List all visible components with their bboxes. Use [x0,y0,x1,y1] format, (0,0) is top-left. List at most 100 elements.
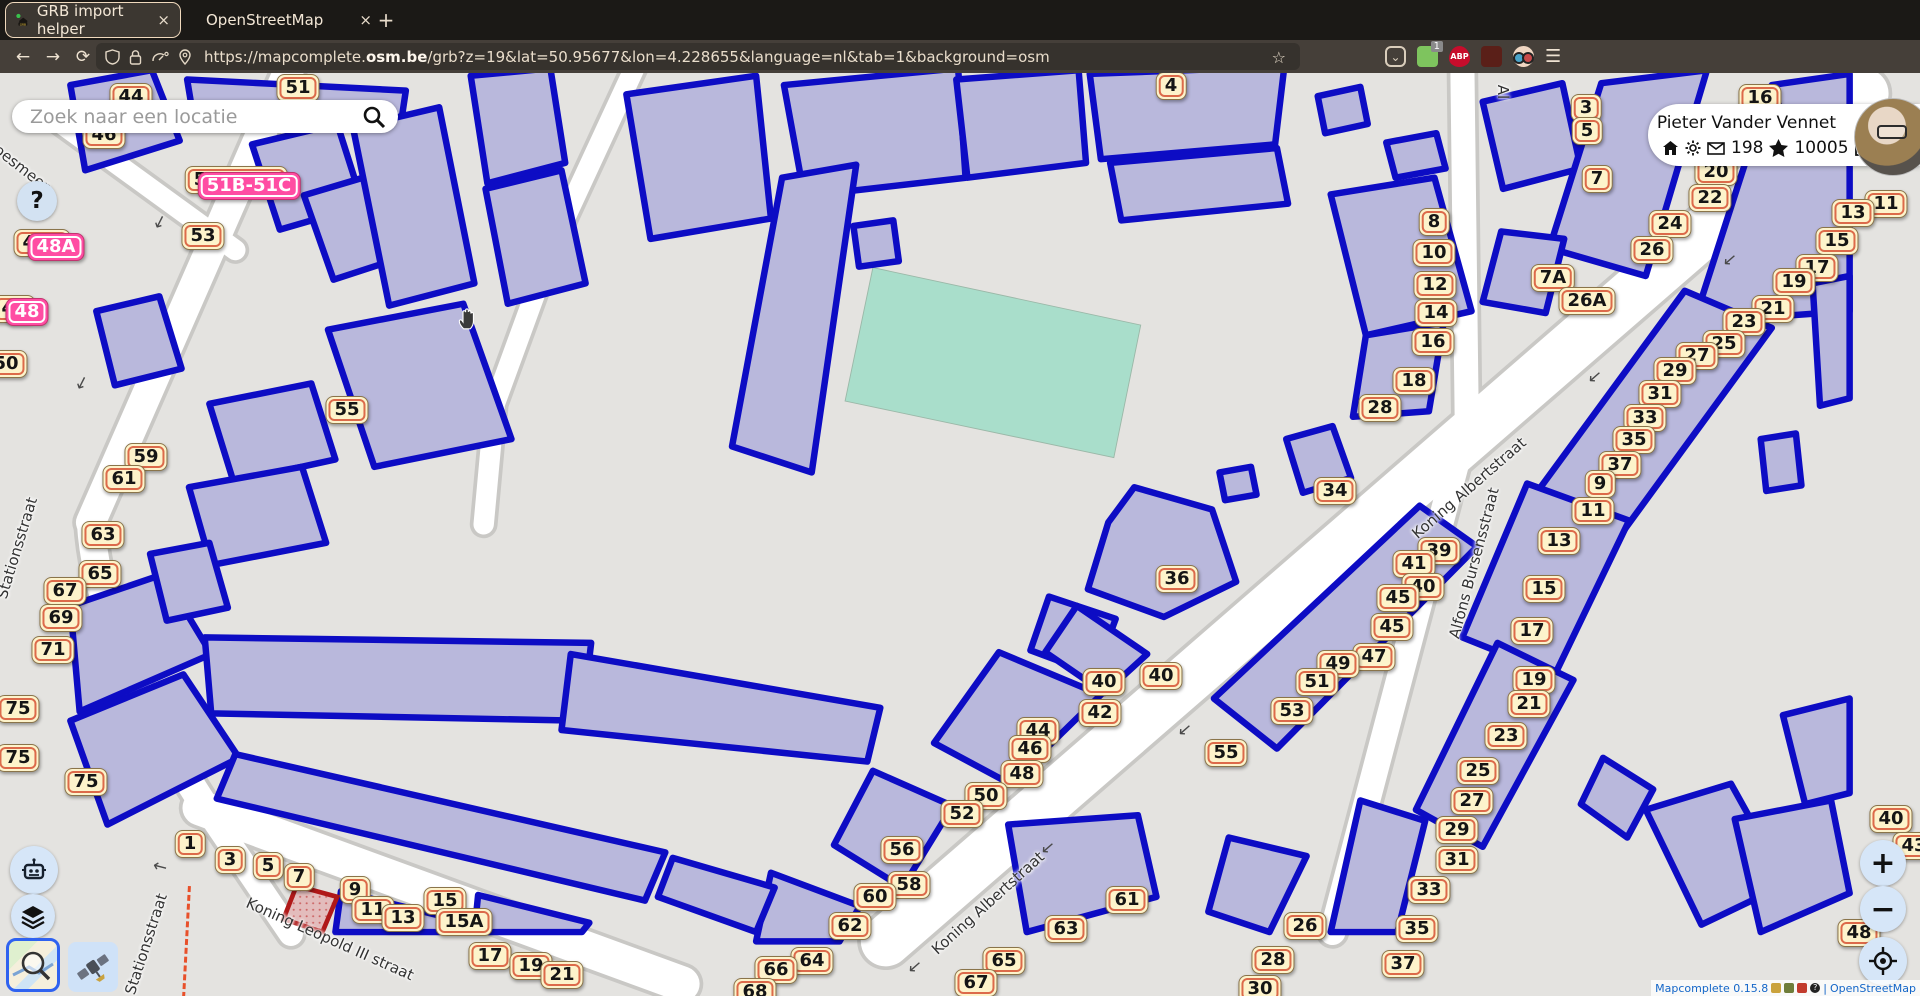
housenumber-badge[interactable]: 17 [468,942,511,970]
pocket-icon[interactable]: ⌄ [1385,46,1406,67]
gear-icon[interactable] [1685,140,1701,156]
avatar[interactable] [1854,98,1920,176]
housenumber-badge[interactable]: 51B-51C [198,172,301,200]
housenumber-badge[interactable]: 62 [828,912,871,940]
housenumber-badge[interactable]: 55 [1204,739,1247,767]
bookmark-star-icon[interactable]: ☆ [1272,48,1286,67]
housenumber-badge[interactable]: 7 [284,863,315,891]
housenumber-badge[interactable]: 69 [39,604,82,632]
housenumber-badge[interactable]: 16 [1411,328,1454,356]
help-button[interactable]: ? [17,181,57,221]
housenumber-badge[interactable]: 26 [1630,236,1673,264]
housenumber-badge[interactable]: 40 [1139,662,1182,690]
tab-close-icon[interactable]: × [157,11,170,29]
housenumber-badge[interactable]: 8 [1419,208,1450,236]
reload-button[interactable]: ⟳ [68,47,98,67]
import-helper-button[interactable] [10,846,58,894]
tab-close-icon[interactable]: × [359,11,372,29]
housenumber-badge[interactable]: 51 [1295,668,1338,696]
housenumber-badge[interactable]: 52 [940,800,983,828]
housenumber-badge[interactable]: 13 [1537,527,1580,555]
housenumber-badge[interactable]: 4 [1156,73,1187,100]
housenumber-badge[interactable]: 29 [1435,816,1478,844]
housenumber-badge[interactable]: 9 [1585,470,1616,498]
housenumber-badge[interactable]: 55 [325,396,368,424]
map-canvas[interactable]: oesmeerStationsstraatStationsstraatKonin… [0,73,1920,996]
housenumber-badge[interactable]: 34 [1313,477,1356,505]
housenumber-badge[interactable]: 51 [276,74,319,102]
extension-icon[interactable] [1481,46,1502,67]
zoom-out-button[interactable]: − [1860,886,1906,932]
gauge-icon[interactable] [151,50,169,64]
messages-icon[interactable] [1707,142,1725,155]
housenumber-badge[interactable]: 75 [0,695,40,723]
adblock-icon[interactable]: ABP [1449,46,1470,67]
housenumber-badge[interactable]: 71 [31,636,74,664]
openstreetmap-link[interactable]: OpenStreetMap [1830,982,1916,995]
housenumber-badge[interactable]: 63 [81,521,124,549]
housenumber-badge[interactable]: 30 [1238,975,1281,996]
housenumber-badge[interactable]: 21 [540,961,583,989]
url-bar[interactable]: https://mapcomplete.osm.be/grb?z=19&lat=… [96,43,1300,70]
housenumber-badge[interactable]: 24 [1648,210,1691,238]
housenumber-badge[interactable]: 15 [1815,227,1858,255]
housenumber-badge[interactable]: 42 [1078,699,1121,727]
housenumber-badge[interactable]: 15A [436,908,493,936]
housenumber-badge[interactable]: 11 [1571,497,1614,525]
housenumber-badge[interactable]: 53 [181,222,224,250]
housenumber-badge[interactable]: 22 [1688,184,1731,212]
home-icon[interactable] [1662,140,1679,156]
background-aerial-button[interactable] [68,942,118,992]
housenumber-badge[interactable]: 3 [215,846,246,874]
tab-grb-import-helper[interactable]: GRB GRB import helper × [6,3,180,37]
housenumber-badge[interactable]: 56 [880,836,923,864]
attribution-icon[interactable] [1771,983,1781,993]
osm-extension-icon[interactable]: 1 [1417,46,1438,67]
housenumber-badge[interactable]: 75 [64,768,107,796]
menu-icon[interactable]: ☰ [1545,46,1561,67]
housenumber-badge[interactable]: 25 [1456,757,1499,785]
user-panel[interactable]: Pieter Vander Vennet 198 10005 [1648,104,1920,166]
housenumber-badge[interactable]: 33 [1407,876,1450,904]
attribution-help-icon[interactable]: ? [1810,983,1820,993]
search-box[interactable] [12,100,398,133]
back-button[interactable]: ← [8,47,38,67]
housenumber-badge[interactable]: 27 [1450,787,1493,815]
housenumber-badge[interactable]: 28 [1251,946,1294,974]
location-permission-icon[interactable] [178,49,192,65]
housenumber-badge[interactable]: 26A [1559,287,1616,315]
housenumber-badge[interactable]: 19 [1772,268,1815,296]
housenumber-badge[interactable]: 60 [853,883,896,911]
housenumber-badge[interactable]: 18 [1392,367,1435,395]
housenumber-badge[interactable]: 10 [1412,239,1455,267]
housenumber-badge[interactable]: 61 [1105,886,1148,914]
housenumber-badge[interactable]: 7 [1582,165,1613,193]
lock-icon[interactable] [129,49,142,65]
housenumber-badge[interactable]: 5 [1572,117,1603,145]
housenumber-badge[interactable]: 35 [1612,426,1655,454]
housenumber-badge[interactable]: 63 [1044,915,1087,943]
new-tab-button[interactable]: + [374,8,398,32]
housenumber-badge[interactable]: 67 [43,577,86,605]
glasses-extension-icon[interactable] [1513,46,1534,67]
housenumber-badge[interactable]: 28 [1358,394,1401,422]
housenumber-badge[interactable]: 75 [0,744,40,772]
forward-button[interactable]: → [38,47,68,67]
search-input[interactable] [28,105,362,129]
background-osm-button[interactable] [6,938,60,992]
housenumber-badge[interactable]: 26 [1283,912,1326,940]
housenumber-badge[interactable]: 31 [1435,846,1478,874]
housenumber-badge[interactable]: 45 [1370,613,1413,641]
housenumber-badge[interactable]: 68 [733,978,776,996]
housenumber-badge[interactable]: 15 [1522,575,1565,603]
housenumber-badge[interactable]: 36 [1155,565,1198,593]
housenumber-badge[interactable]: 48 [1000,760,1043,788]
housenumber-badge[interactable]: 17 [1510,617,1553,645]
shield-icon[interactable] [105,49,120,65]
housenumber-badge[interactable]: 48A [28,233,85,261]
tab-openstreetmap[interactable]: OpenStreetMap × [188,3,366,37]
housenumber-badge[interactable]: 48 [5,298,48,326]
sports-field[interactable] [845,268,1141,458]
housenumber-badge[interactable]: 61 [102,465,145,493]
layers-button[interactable] [11,894,55,938]
